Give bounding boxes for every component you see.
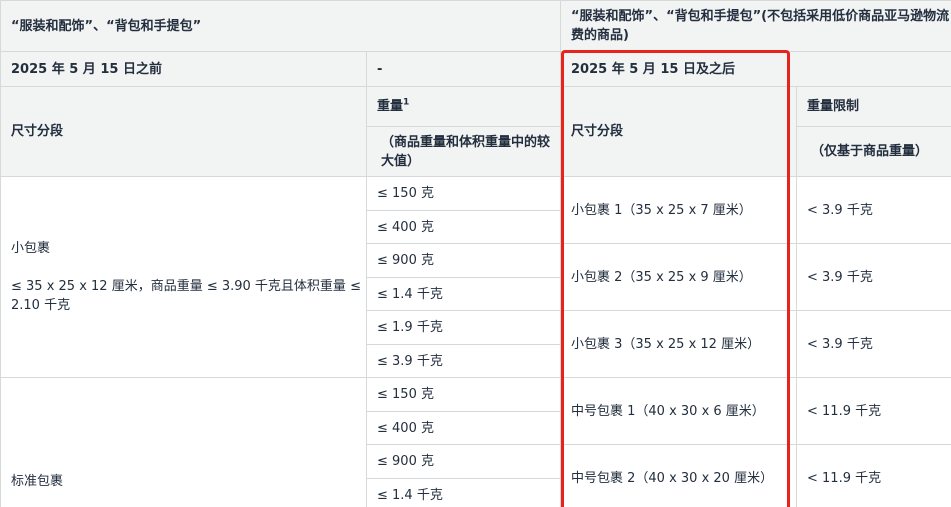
col-weight-limit-note: （仅基于商品重量） <box>796 126 951 177</box>
col-weight: 重量1 <box>366 86 561 127</box>
weight-cell: ≤ 1.4 千克 <box>366 478 561 507</box>
new-tier-name: 小包裹 1（35 x 25 x 7 厘米） <box>560 176 797 244</box>
weight-cell: ≤ 900 克 <box>366 444 561 479</box>
weight-cell: ≤ 150 克 <box>366 377 561 412</box>
new-tier-limit: < 3.9 千克 <box>796 243 951 311</box>
new-tier-name: 中号包裹 1（40 x 30 x 6 厘米） <box>560 377 797 445</box>
small-parcel-cell: 小包裹 ≤ 35 x 25 x 12 厘米，商品重量 ≤ 3.90 千克且体积重… <box>0 176 367 378</box>
col-weight-limit: 重量限制 <box>796 86 951 127</box>
weight-cell: ≤ 1.4 千克 <box>366 277 561 311</box>
new-tier-name: 小包裹 2（35 x 25 x 9 厘米） <box>560 243 797 311</box>
fee-size-tier-table-container: “服装和配饰”、“背包和手提包” “服装和配饰”、“背包和手提包”(不包括采用低… <box>0 0 951 507</box>
period-after-label: 2025 年 5 月 15 日及之后 <box>560 51 951 87</box>
new-tier-name: 小包裹 3（35 x 25 x 12 厘米） <box>560 310 797 378</box>
small-parcel-name: 小包裹 <box>11 241 51 256</box>
small-parcel-rule: ≤ 35 x 25 x 12 厘米，商品重量 ≤ 3.90 千克且体积重量 ≤ … <box>11 279 361 313</box>
weight-cell: ≤ 3.9 千克 <box>366 344 561 378</box>
footnote-marker: 1 <box>403 97 410 108</box>
col-weight-label: 重量 <box>377 99 404 114</box>
size-tier-table: “服装和配饰”、“背包和手提包” “服装和配饰”、“背包和手提包”(不包括采用低… <box>0 0 951 507</box>
col-weight-note: （商品重量和体积重量中的较大值） <box>366 126 561 177</box>
new-tier-limit: < 11.9 千克 <box>796 377 951 445</box>
header-right-title: “服装和配饰”、“背包和手提包”(不包括采用低价商品亚马逊物流费的商品) <box>560 0 951 52</box>
header-left-title: “服装和配饰”、“背包和手提包” <box>0 0 561 52</box>
weight-cell: ≤ 1.9 千克 <box>366 310 561 345</box>
weight-cell: ≤ 150 克 <box>366 176 561 211</box>
col-size-tier-old: 尺寸分段 <box>0 86 367 177</box>
period-before-label: 2025 年 5 月 15 日之前 <box>0 51 367 87</box>
weight-cell: ≤ 900 克 <box>366 243 561 278</box>
new-tier-limit: < 3.9 千克 <box>796 310 951 378</box>
new-tier-name: 中号包裹 2（40 x 30 x 20 厘米） <box>560 444 797 507</box>
new-tier-limit: < 3.9 千克 <box>796 176 951 244</box>
standard-parcel-cell: 标准包裹 <box>0 377 367 507</box>
standard-parcel-name: 标准包裹 <box>11 474 64 489</box>
period-dash: - <box>366 51 561 87</box>
weight-cell: ≤ 400 克 <box>366 411 561 445</box>
col-size-tier-new: 尺寸分段 <box>560 86 797 177</box>
new-tier-limit: < 11.9 千克 <box>796 444 951 507</box>
weight-cell: ≤ 400 克 <box>366 210 561 244</box>
